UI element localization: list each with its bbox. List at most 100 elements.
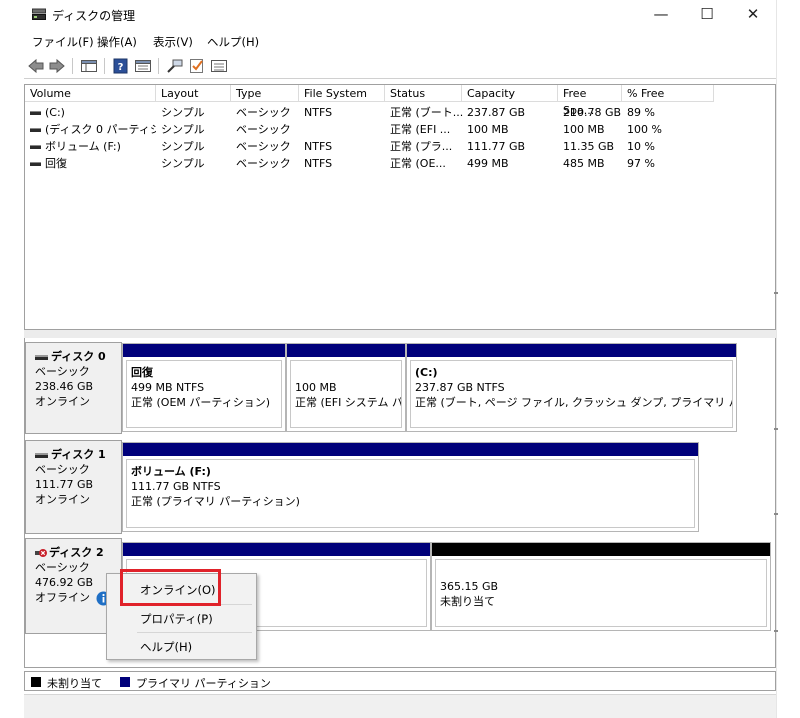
properties-icon[interactable]	[134, 58, 152, 74]
scroll-marker	[774, 513, 778, 515]
unallocated-swatch	[31, 677, 41, 687]
table-row[interactable]: (ディスク 0 パーティシ... シンプル ベーシック 正常 (EFI ... …	[25, 121, 775, 138]
menu-bar: ファイル(F) 操作(A) 表示(V) ヘルプ(H)	[24, 30, 776, 52]
partition-size: 365.15 GB	[440, 580, 499, 593]
cell-status: 正常 (OE...	[390, 157, 446, 170]
partition-bar	[407, 344, 736, 357]
window-title: ディスクの管理	[52, 9, 136, 23]
cell-free-space: 100 MB	[563, 123, 605, 136]
cell-capacity: 100 MB	[467, 123, 509, 136]
scroll-marker	[774, 428, 778, 430]
cell-free-space: 210.78 GB	[563, 106, 622, 119]
disk-type: ベーシック	[35, 365, 90, 378]
cell-type: ベーシック	[236, 140, 291, 153]
column-header-capacity[interactable]: Capacity	[462, 85, 558, 102]
partition-efi[interactable]: 100 MB 正常 (EFI システム パー	[286, 343, 406, 432]
partition-title: ボリューム (F:)	[131, 465, 211, 478]
partition-status: 正常 (OEM パーティション)	[131, 396, 271, 409]
table-row[interactable]: (C:) シンプル ベーシック NTFS 正常 (ブート... 237.87 G…	[25, 104, 775, 121]
title-bar: ディスクの管理 — ☐ ✕	[0, 0, 776, 30]
menu-action[interactable]: 操作(A)	[97, 34, 137, 50]
partition-unallocated[interactable]: 365.15 GB 未割り当て	[431, 542, 771, 631]
cell-volume: (C:)	[30, 104, 156, 121]
partition-details: ボリューム (F:) 111.77 GB NTFS 正常 (プライマリ パーティ…	[126, 459, 695, 528]
partition-details: (C:) 237.87 GB NTFS 正常 (ブート, ページ ファイル, ク…	[410, 360, 733, 428]
check-icon[interactable]	[188, 58, 206, 74]
cell-percent-free: 89 %	[627, 106, 655, 119]
help-icon[interactable]: ?	[112, 58, 130, 74]
toolbar-separator	[158, 58, 159, 74]
partition-c-drive[interactable]: (C:) 237.87 GB NTFS 正常 (ブート, ページ ファイル, ク…	[406, 343, 737, 432]
cell-layout: シンプル	[161, 140, 205, 153]
cell-status: 正常 (EFI ...	[390, 123, 451, 136]
disk-type: ベーシック	[35, 463, 90, 476]
primary-partition-swatch	[120, 677, 130, 687]
column-header-percent-free[interactable]: % Free	[622, 85, 714, 102]
partition-status: 正常 (EFI システム パー	[295, 396, 402, 409]
volume-list: Volume Layout Type File System Status Ca…	[24, 84, 776, 330]
disk-management-app-icon	[32, 8, 46, 20]
partition-details: 回復 499 MB NTFS 正常 (OEM パーティション)	[126, 360, 282, 428]
column-header-type[interactable]: Type	[231, 85, 299, 102]
toolbar-separator	[72, 58, 73, 74]
table-row[interactable]: ボリューム (F:) シンプル ベーシック NTFS 正常 (プラ... 111…	[25, 138, 775, 155]
minimize-button[interactable]: —	[638, 0, 684, 30]
maximize-button[interactable]: ☐	[684, 0, 730, 30]
back-icon[interactable]	[27, 58, 45, 74]
status-bar	[24, 694, 776, 718]
column-header-volume[interactable]: Volume	[25, 85, 156, 102]
scroll-marker	[774, 292, 778, 294]
cell-status: 正常 (プラ...	[390, 140, 453, 153]
partition-title: 回復	[131, 366, 153, 379]
cell-file-system: NTFS	[304, 106, 333, 119]
legend-primary-partition: プライマリ パーティション	[136, 677, 271, 690]
cell-volume: 回復	[30, 155, 156, 172]
partition-bar	[123, 543, 430, 556]
disk-status: オンライン	[35, 493, 90, 506]
disk-1-label[interactable]: ディスク 1 ベーシック 111.77 GB オンライン	[25, 440, 122, 534]
menu-file[interactable]: ファイル(F)	[32, 34, 94, 50]
cell-file-system: NTFS	[304, 140, 333, 153]
partition-bar	[123, 344, 285, 357]
cell-file-system: NTFS	[304, 157, 333, 170]
connect-icon[interactable]	[166, 58, 184, 74]
svg-text:?: ?	[118, 62, 124, 73]
volume-icon	[30, 111, 41, 115]
partition-size: 100 MB	[295, 381, 337, 394]
highlight-box	[120, 569, 221, 606]
disk-size: 111.77 GB	[35, 478, 94, 491]
partition-status: 正常 (ブート, ページ ファイル, クラッシュ ダンプ, プライマリ パーティ…	[415, 396, 732, 409]
partition-details: 100 MB 正常 (EFI システム パー	[290, 360, 402, 428]
cell-volume: (ディスク 0 パーティシ...	[30, 121, 156, 138]
partition-size: 237.87 GB NTFS	[415, 381, 505, 394]
column-header-layout[interactable]: Layout	[156, 85, 231, 102]
partition-f-drive[interactable]: ボリューム (F:) 111.77 GB NTFS 正常 (プライマリ パーティ…	[122, 442, 699, 532]
menu-view[interactable]: 表示(V)	[153, 34, 193, 50]
list-icon[interactable]	[210, 58, 228, 74]
menu-item-properties[interactable]: プロパティ(P)	[107, 608, 256, 630]
cell-status: 正常 (ブート...	[390, 106, 464, 119]
cell-capacity: 237.87 GB	[467, 106, 526, 119]
menu-item-help[interactable]: ヘルプ(H)	[107, 636, 256, 658]
disk-status: オンライン	[35, 395, 90, 408]
console-view-icon[interactable]	[80, 58, 98, 74]
legend: 未割り当て プライマリ パーティション	[24, 671, 776, 691]
cell-volume: ボリューム (F:)	[30, 138, 156, 155]
column-header-free-space[interactable]: Free Spa...	[558, 85, 622, 117]
partition-status: 正常 (プライマリ パーティション)	[131, 495, 300, 508]
column-header-file-system[interactable]: File System	[299, 85, 385, 102]
forward-icon[interactable]	[48, 58, 66, 74]
cell-layout: シンプル	[161, 157, 205, 170]
partition-status: 未割り当て	[440, 595, 495, 608]
partition-size: 111.77 GB NTFS	[131, 480, 221, 493]
pane-splitter[interactable]	[24, 330, 776, 338]
table-row[interactable]: 回復 シンプル ベーシック NTFS 正常 (OE... 499 MB 485 …	[25, 155, 775, 172]
disk-0-label[interactable]: ディスク 0 ベーシック 238.46 GB オンライン	[25, 342, 122, 434]
close-button[interactable]: ✕	[730, 0, 776, 30]
disk-name: ディスク 2	[49, 546, 104, 559]
partition-recovery[interactable]: 回復 499 MB NTFS 正常 (OEM パーティション)	[122, 343, 286, 432]
menu-help[interactable]: ヘルプ(H)	[207, 34, 259, 50]
column-header-status[interactable]: Status	[385, 85, 462, 102]
disk-offline-icon	[35, 549, 47, 557]
volume-icon	[30, 128, 41, 132]
